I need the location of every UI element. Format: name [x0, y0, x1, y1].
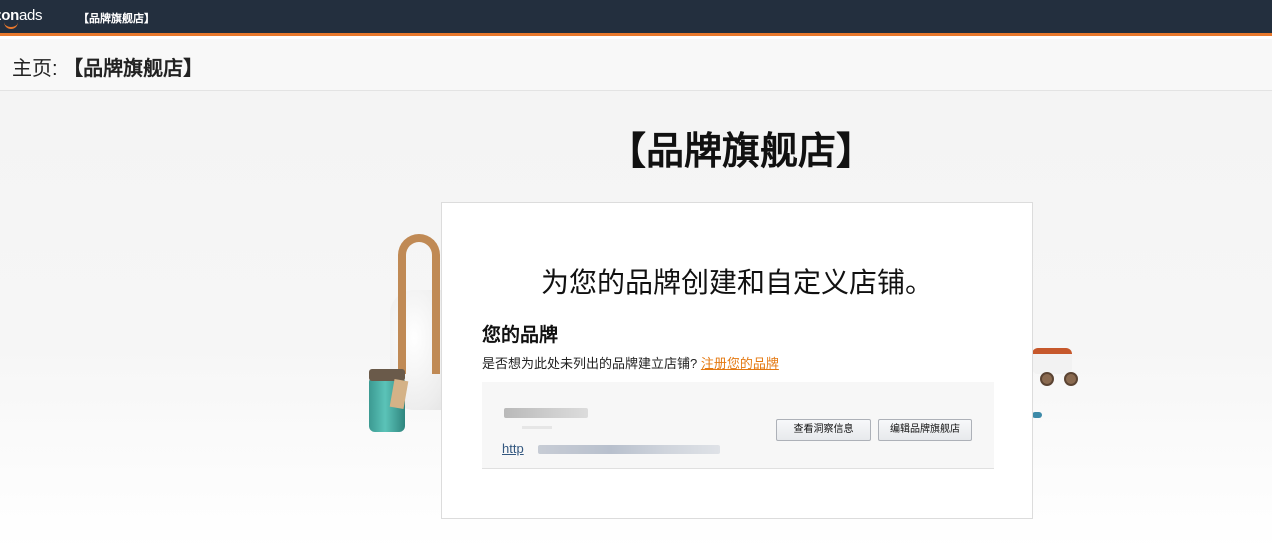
page-header: 主页: 【品牌旗舰店】 — [0, 39, 1272, 91]
nav-store-tab[interactable]: 【品牌旗舰店】 — [78, 10, 155, 26]
unlisted-brand-prompt: 是否想为此处未列出的品牌建立店铺? 注册您的品牌 — [482, 353, 779, 372]
decor-blue-item — [1032, 412, 1042, 418]
view-insights-button[interactable]: 查看洞察信息 — [776, 419, 871, 441]
brand-url-redacted — [538, 445, 720, 454]
breadcrumb: 主页: 【品牌旗舰店】 — [12, 52, 203, 81]
breadcrumb-home[interactable]: 主页: — [12, 58, 58, 80]
brand-store-url-link[interactable]: http — [502, 441, 524, 456]
card-headline: 为您的品牌创建和自定义店铺。 — [540, 267, 933, 298]
unlisted-brand-text: 是否想为此处未列出的品牌建立店铺? — [482, 356, 698, 371]
logo-smile-icon — [4, 22, 18, 29]
decor-toy-car-image — [1032, 348, 1072, 374]
store-card: 为您的品牌创建和自定义店铺。 您的品牌 是否想为此处未列出的品牌建立店铺? 注册… — [441, 202, 1033, 519]
brand-name-redacted-underline — [522, 426, 552, 429]
your-brands-heading: 您的品牌 — [482, 325, 559, 346]
decor-bag-strap — [398, 234, 440, 374]
top-nav-bar: zonads 【品牌旗舰店】 — [0, 0, 1272, 36]
logo-text-ads: ads — [18, 7, 43, 24]
breadcrumb-current: 【品牌旗舰店】 — [63, 58, 204, 80]
decor-car-wheel — [1040, 372, 1054, 386]
brand-name-redacted — [504, 408, 588, 418]
hero-title: 【品牌旗舰店】 — [607, 131, 874, 173]
decor-car-wheel — [1064, 372, 1078, 386]
edit-store-button[interactable]: 编辑品牌旗舰店 — [878, 419, 972, 441]
register-brand-link[interactable]: 注册您的品牌 — [701, 356, 779, 371]
brand-list-item: http 查看洞察信息 编辑品牌旗舰店 — [482, 382, 994, 469]
